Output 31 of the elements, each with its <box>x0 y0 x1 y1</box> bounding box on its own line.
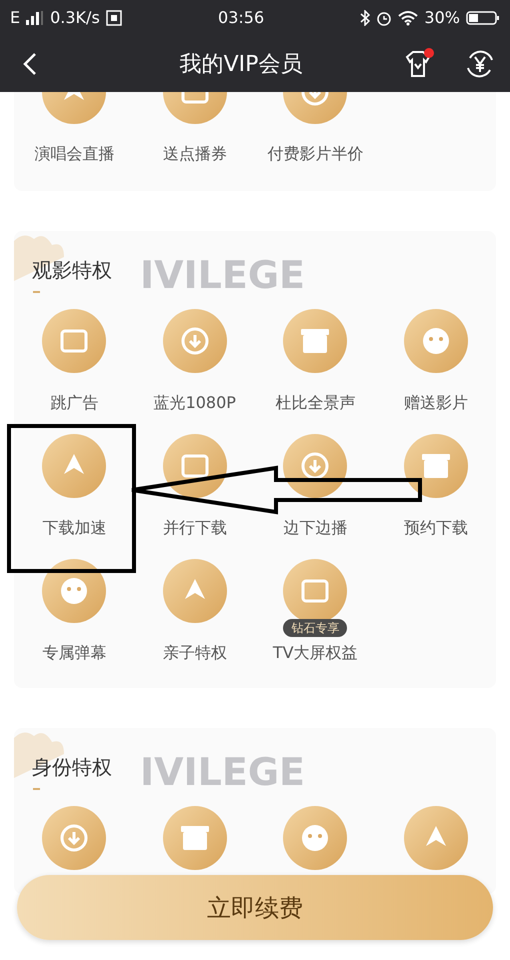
privilege-label[interactable]: 边下边播 <box>283 518 348 539</box>
clock: 03:56 <box>218 8 264 27</box>
page-title: 我的VIP会员 <box>178 50 304 78</box>
privilege-label[interactable]: 付费影片半价 <box>267 144 364 165</box>
section-title: 身份特权 <box>32 754 112 781</box>
bluetooth-icon <box>360 10 370 26</box>
yen-cycle-icon <box>464 48 496 80</box>
privilege-label[interactable]: 下载加速 <box>42 518 106 539</box>
alarm-icon <box>376 10 392 26</box>
wifi-icon <box>398 10 418 26</box>
privilege-label[interactable]: TV大屏权益 <box>272 643 358 664</box>
section-title: 观影特权 <box>32 257 112 284</box>
privilege-label[interactable]: 预约下载 <box>404 518 468 539</box>
network-speed: 0.3K/s <box>50 8 100 27</box>
exclusive-badge: 钻石专享 <box>283 619 348 637</box>
privilege-label[interactable]: 演唱会直播 <box>34 144 114 165</box>
back-icon <box>23 52 37 76</box>
notification-icon <box>106 10 122 26</box>
privilege-label[interactable]: 亲子特权 <box>162 643 227 664</box>
privilege-label[interactable]: 专属弹幕 <box>42 643 106 664</box>
battery-icon <box>466 10 500 26</box>
network-type: E <box>10 8 20 27</box>
privilege-label[interactable]: 杜比全景声 <box>275 393 356 414</box>
privilege-label[interactable]: 蓝光1080P <box>154 393 236 414</box>
battery-percent: 30% <box>424 8 460 27</box>
privilege-label[interactable]: 跳广告 <box>50 393 98 414</box>
privilege-label[interactable]: 并行下载 <box>162 518 227 539</box>
signal-icon <box>26 10 44 24</box>
privilege-label[interactable]: 赠送影片 <box>404 393 468 414</box>
renew-button[interactable]: 立即续费 <box>17 875 493 940</box>
privilege-label[interactable]: 送点播券 <box>162 144 227 165</box>
